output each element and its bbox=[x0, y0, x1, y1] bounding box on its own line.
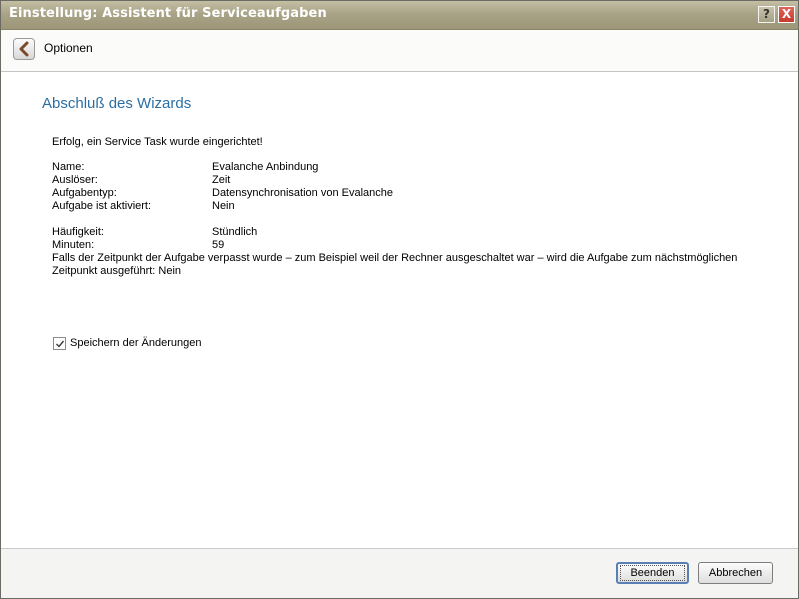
schedule-label: Häufigkeit: bbox=[52, 226, 104, 238]
missed-run-note-cont: Zeitpunkt ausgeführt: Nein bbox=[52, 265, 182, 277]
back-button[interactable] bbox=[13, 38, 35, 60]
cancel-button[interactable]: Abbrechen bbox=[698, 562, 773, 584]
save-changes-checkbox[interactable] bbox=[53, 337, 66, 350]
success-message: Erfolg, ein Service Task wurde eingerich… bbox=[52, 136, 263, 148]
title-bar[interactable]: Einstellung: Assistent für Serviceaufgab… bbox=[1, 1, 798, 30]
detail-label: Aufgabe ist aktiviert: bbox=[52, 200, 152, 212]
window-title: Einstellung: Assistent für Serviceaufgab… bbox=[9, 6, 327, 21]
detail-value: Zeit bbox=[212, 174, 231, 186]
finish-button-label: Beenden bbox=[620, 565, 685, 581]
detail-label: Auslöser: bbox=[52, 174, 98, 186]
toolbar-label: Optionen bbox=[44, 41, 93, 55]
missed-run-note: Falls der Zeitpunkt der Aufgabe verpasst… bbox=[52, 252, 738, 264]
save-changes-label[interactable]: Speichern der Änderungen bbox=[70, 337, 201, 350]
wizard-content: Abschluß des Wizards Erfolg, ein Service… bbox=[1, 72, 798, 548]
help-button[interactable]: ? bbox=[758, 6, 775, 23]
detail-value: Datensynchronisation von Evalanche bbox=[212, 187, 394, 199]
button-bar: Beenden Abbrechen bbox=[1, 548, 798, 598]
detail-label: Name: bbox=[52, 161, 85, 173]
checkmark-icon bbox=[56, 340, 65, 348]
schedule-label: Minuten: bbox=[52, 239, 95, 251]
schedule-value: 59 bbox=[212, 239, 225, 251]
detail-value: Nein bbox=[212, 200, 235, 212]
toolbar: Optionen bbox=[1, 30, 798, 72]
schedule-value: Stündlich bbox=[212, 226, 258, 238]
close-button[interactable]: X bbox=[778, 6, 795, 23]
wizard-window: Einstellung: Assistent für Serviceaufgab… bbox=[0, 0, 799, 599]
page-title: Abschluß des Wizards bbox=[42, 95, 192, 112]
chevron-left-icon bbox=[19, 41, 29, 57]
detail-value: Evalanche Anbindung bbox=[212, 161, 319, 173]
detail-label: Aufgabentyp: bbox=[52, 187, 117, 199]
cancel-button-label: Abbrechen bbox=[708, 567, 763, 579]
finish-button[interactable]: Beenden bbox=[616, 562, 689, 584]
